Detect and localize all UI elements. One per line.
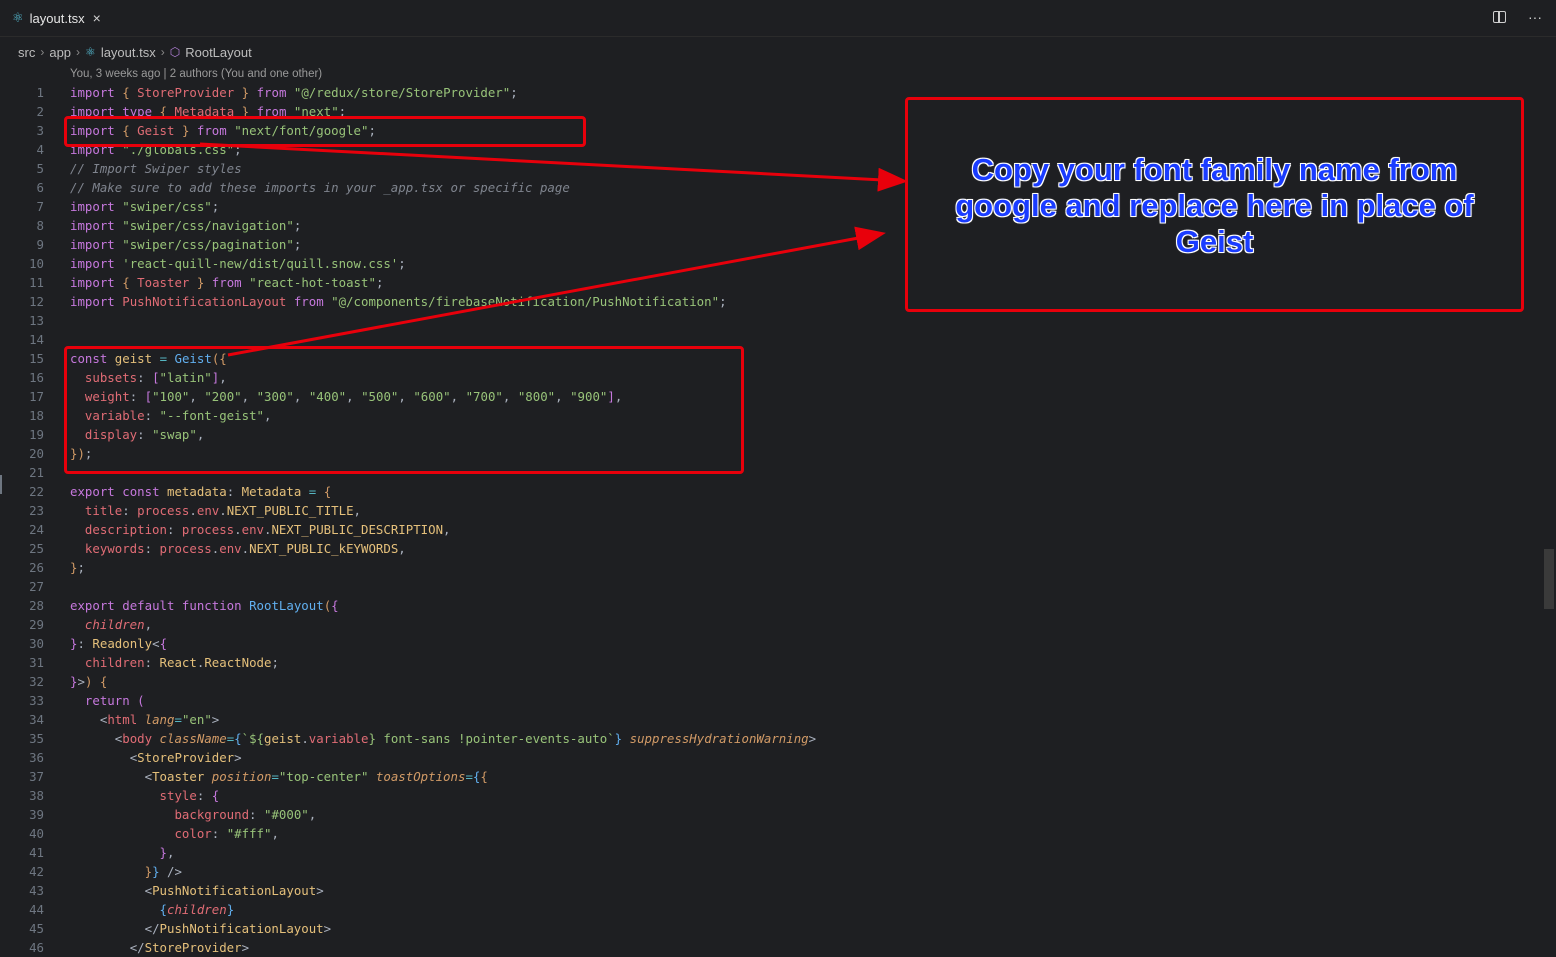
code-line[interactable]: 38 style: { xyxy=(0,786,1540,805)
code-line[interactable]: 25 keywords: process.env.NEXT_PUBLIC_kEY… xyxy=(0,539,1540,558)
code-line[interactable]: 13 xyxy=(0,311,1540,330)
code-line[interactable]: 32}>) { xyxy=(0,672,1540,691)
code-line[interactable]: 24 description: process.env.NEXT_PUBLIC_… xyxy=(0,520,1540,539)
breadcrumb-src[interactable]: src xyxy=(18,45,35,60)
annotation-callout: Copy your font family name from google a… xyxy=(905,97,1524,312)
code-line[interactable]: 23 title: process.env.NEXT_PUBLIC_TITLE, xyxy=(0,501,1540,520)
symbol-method-icon: ⬡ xyxy=(169,45,181,59)
code-line[interactable]: 29 children, xyxy=(0,615,1540,634)
code-line[interactable]: 22 export const metadata: Metadata = { xyxy=(0,482,1540,501)
more-actions-icon[interactable]: ··· xyxy=(1528,9,1542,25)
code-line[interactable]: 39 background: "#000", xyxy=(0,805,1540,824)
vertical-scrollbar[interactable] xyxy=(1542,64,1556,957)
code-line[interactable]: 31 children: React.ReactNode; xyxy=(0,653,1540,672)
git-blame-codelens[interactable]: You, 3 weeks ago | 2 authors (You and on… xyxy=(70,68,322,80)
close-icon[interactable]: × xyxy=(93,10,101,26)
highlight-import-box xyxy=(64,116,586,147)
code-line[interactable]: 37 <Toaster position="top-center" toastO… xyxy=(0,767,1540,786)
code-line[interactable]: 41 }, xyxy=(0,843,1540,862)
react-icon: ⚛ xyxy=(12,10,24,25)
code-line[interactable]: 28 export default function RootLayout({ xyxy=(0,596,1540,615)
editor-tab-bar: ⚛ layout.tsx × ··· xyxy=(0,0,1556,37)
tab-layout-tsx[interactable]: ⚛ layout.tsx × xyxy=(0,0,122,36)
chevron-right-icon: › xyxy=(76,45,81,59)
code-line[interactable]: 46 </StoreProvider> xyxy=(0,938,1540,957)
code-line[interactable]: 35 <body className={`${geist.variable} f… xyxy=(0,729,1540,748)
tab-title: layout.tsx xyxy=(29,10,85,26)
code-line[interactable]: 33 return ( xyxy=(0,691,1540,710)
code-line[interactable]: 45 </PushNotificationLayout> xyxy=(0,919,1540,938)
react-icon: ⚛ xyxy=(85,45,96,59)
code-line[interactable]: 42 }} /> xyxy=(0,862,1540,881)
chevron-right-icon: › xyxy=(160,45,165,59)
code-line[interactable]: 36 <StoreProvider> xyxy=(0,748,1540,767)
chevron-right-icon: › xyxy=(40,45,45,59)
code-line[interactable]: 26}; xyxy=(0,558,1540,577)
code-line[interactable]: 44 {children} xyxy=(0,900,1540,919)
scrollbar-thumb[interactable] xyxy=(1544,549,1554,609)
code-line[interactable]: 27 xyxy=(0,577,1540,596)
annotation-text: Copy your font family name from google a… xyxy=(955,151,1475,259)
breadcrumb-symbol[interactable]: RootLayout xyxy=(185,45,252,60)
breadcrumb-file[interactable]: layout.tsx xyxy=(101,45,156,60)
code-line[interactable]: 34 <html lang="en"> xyxy=(0,710,1540,729)
code-line[interactable]: 40 color: "#fff", xyxy=(0,824,1540,843)
editor-actions: ··· xyxy=(1493,9,1542,25)
breadcrumb: src › app › ⚛ layout.tsx › ⬡ RootLayout xyxy=(18,43,252,61)
code-line[interactable]: 30}: Readonly<{ xyxy=(0,634,1540,653)
code-line[interactable]: 43 <PushNotificationLayout> xyxy=(0,881,1540,900)
split-editor-icon[interactable] xyxy=(1493,11,1506,23)
highlight-geist-config-box xyxy=(64,346,744,474)
breadcrumb-app[interactable]: app xyxy=(49,45,71,60)
